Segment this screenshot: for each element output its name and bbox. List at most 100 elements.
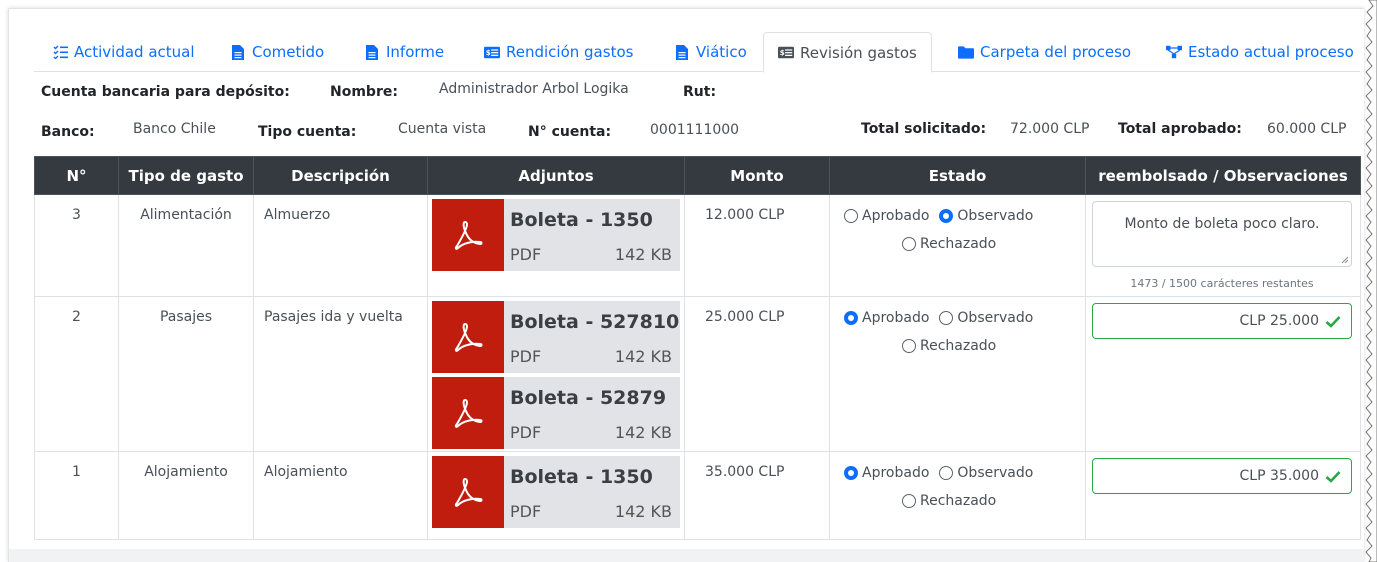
card-footer-band xyxy=(9,549,1364,562)
row-adjuntos: Boleta - 1350 PDF 142 KB xyxy=(427,451,685,540)
radio-rechazado[interactable]: Rechazado xyxy=(902,335,996,357)
torn-edge-decoration xyxy=(1365,0,1377,562)
file-icon xyxy=(674,44,690,60)
money-icon: $ xyxy=(778,45,794,61)
row-adjuntos: Boleta - 1350 PDF 142 KB xyxy=(427,194,685,297)
tab-rendicion-gastos[interactable]: $ Rendición gastos xyxy=(484,32,633,72)
radio-label: Observado xyxy=(957,310,1034,326)
resize-grip-icon[interactable] xyxy=(1340,255,1348,263)
radio-circle xyxy=(939,466,954,480)
tab-carpeta-del-proceso[interactable]: Carpeta del proceso xyxy=(958,32,1131,72)
radio-label: Rechazado xyxy=(920,338,997,354)
rut-label: Rut: xyxy=(683,84,717,100)
reembolsado-input[interactable]: CLP 25.000 xyxy=(1092,303,1352,339)
reembolsado-value: CLP 35.000 xyxy=(1239,468,1319,484)
banco-value: Banco Chile xyxy=(133,121,216,137)
row-descripcion: Pasajes ida y vuelta xyxy=(253,296,428,452)
radio-label: Aprobado xyxy=(862,208,930,224)
radio-label: Rechazado xyxy=(920,236,997,252)
total-aprobado-value: 60.000 CLP xyxy=(1267,121,1347,137)
radio-label: Observado xyxy=(957,208,1034,224)
row-monto: 35.000 CLP xyxy=(684,451,830,540)
tab-cometido[interactable]: Cometido xyxy=(230,32,324,72)
file-icon xyxy=(230,44,246,60)
radio-label: Rechazado xyxy=(920,493,997,509)
check-icon xyxy=(1325,315,1341,328)
svg-text:$: $ xyxy=(486,48,491,57)
radio-aprobado[interactable]: Aprobado xyxy=(844,462,929,484)
folder-icon xyxy=(958,44,974,60)
radio-label: Aprobado xyxy=(862,310,930,326)
radio-circle xyxy=(939,209,954,223)
observation-text: Monto de boleta poco claro. xyxy=(1124,216,1320,232)
tab-viatico[interactable]: Viático xyxy=(674,32,747,72)
row-observaciones: Monto de boleta poco claro. 1473 / 1500 … xyxy=(1085,194,1361,297)
pdf-icon xyxy=(432,301,504,373)
col-header-monto: Monto xyxy=(684,156,830,195)
radio-aprobado[interactable]: Aprobado xyxy=(844,205,929,227)
radio-circle xyxy=(844,311,858,325)
radio-observado[interactable]: Observado xyxy=(939,205,1033,227)
tipo-cuenta-label: Tipo cuenta: xyxy=(258,124,357,140)
row-descripcion: Almuerzo xyxy=(253,194,428,297)
file-icon xyxy=(364,44,380,60)
row-monto: 12.000 CLP xyxy=(684,194,830,297)
attachment[interactable]: Boleta - 52879 PDF 142 KB xyxy=(432,377,680,449)
attachment[interactable]: Boleta - 1350 PDF 142 KB xyxy=(432,456,680,528)
attachment-name: Boleta - 52879 xyxy=(510,387,667,409)
row-observaciones: CLP 25.000 xyxy=(1085,296,1361,452)
radio-circle xyxy=(939,311,954,325)
attachment-size: 142 KB xyxy=(614,502,672,521)
tab-actividad-actual[interactable]: Actividad actual xyxy=(52,32,195,72)
radio-label: Aprobado xyxy=(862,465,930,481)
numero-cuenta-value: 0001111000 xyxy=(650,122,740,138)
row-estado: Aprobado Observado Rechazado xyxy=(829,451,1086,540)
radio-aprobado[interactable]: Aprobado xyxy=(844,307,929,329)
attachment-size: 142 KB xyxy=(614,347,672,366)
radio-observado[interactable]: Observado xyxy=(939,307,1033,329)
row-number: 1 xyxy=(34,451,119,540)
pdf-icon xyxy=(432,377,504,449)
tab-label: Cometido xyxy=(252,43,325,61)
tab-informe[interactable]: Informe xyxy=(364,32,444,72)
attachment[interactable]: Boleta - 527810 PDF 142 KB xyxy=(432,301,680,373)
radio-observado[interactable]: Observado xyxy=(939,462,1033,484)
col-header-estado: Estado xyxy=(829,156,1086,195)
flow-icon xyxy=(1166,44,1182,60)
tab-label: Actividad actual xyxy=(74,43,195,61)
radio-circle xyxy=(844,209,858,223)
tab-estado-actual-proceso[interactable]: Estado actual proceso xyxy=(1166,32,1354,72)
total-solicitado-label: Total solicitado: xyxy=(861,121,987,137)
nombre-label: Nombre: xyxy=(330,84,398,100)
radio-circle xyxy=(902,237,916,251)
account-title: Cuenta bancaria para depósito: xyxy=(41,84,290,100)
reembolsado-input[interactable]: CLP 35.000 xyxy=(1092,458,1352,494)
expenses-table: N° Tipo de gasto Descripción Adjuntos Mo… xyxy=(34,156,1361,540)
observation-textarea[interactable]: Monto de boleta poco claro. xyxy=(1092,201,1352,267)
row-adjuntos: Boleta - 527810 PDF 142 KB Boleta - 5287… xyxy=(427,296,685,452)
radio-rechazado[interactable]: Rechazado xyxy=(902,233,996,255)
table-header-row: N° Tipo de gasto Descripción Adjuntos Mo… xyxy=(34,156,1361,195)
table-row: 2 Pasajes Pasajes ida y vuelta Boleta - … xyxy=(34,296,1361,452)
col-header-observaciones: reembolsado / Observaciones xyxy=(1085,156,1361,195)
col-header-n: N° xyxy=(34,156,119,195)
total-solicitado-value: 72.000 CLP xyxy=(1010,121,1090,137)
radio-circle xyxy=(844,466,858,480)
tab-revision-gastos[interactable]: $ Revisión gastos xyxy=(763,32,932,73)
attachment-name: Boleta - 1350 xyxy=(510,209,653,231)
svg-text:$: $ xyxy=(780,48,785,57)
row-estado: Aprobado Observado Rechazado xyxy=(829,296,1086,452)
row-observaciones: CLP 35.000 xyxy=(1085,451,1361,540)
table-row: 1 Alojamiento Alojamiento Boleta - 1350 … xyxy=(34,451,1361,540)
check-icon xyxy=(1325,470,1341,483)
char-counter: 1473 / 1500 carácteres restantes xyxy=(1130,277,1314,290)
col-header-adjuntos: Adjuntos xyxy=(427,156,685,195)
banco-label: Banco: xyxy=(41,124,95,140)
tab-label: Revisión gastos xyxy=(800,43,917,62)
col-header-descripcion: Descripción xyxy=(253,156,428,195)
attachment-name: Boleta - 1350 xyxy=(510,466,653,488)
attachment-size: 142 KB xyxy=(614,423,672,442)
attachment[interactable]: Boleta - 1350 PDF 142 KB xyxy=(432,199,680,271)
radio-rechazado[interactable]: Rechazado xyxy=(902,490,996,512)
row-tipo: Pasajes xyxy=(118,296,254,452)
